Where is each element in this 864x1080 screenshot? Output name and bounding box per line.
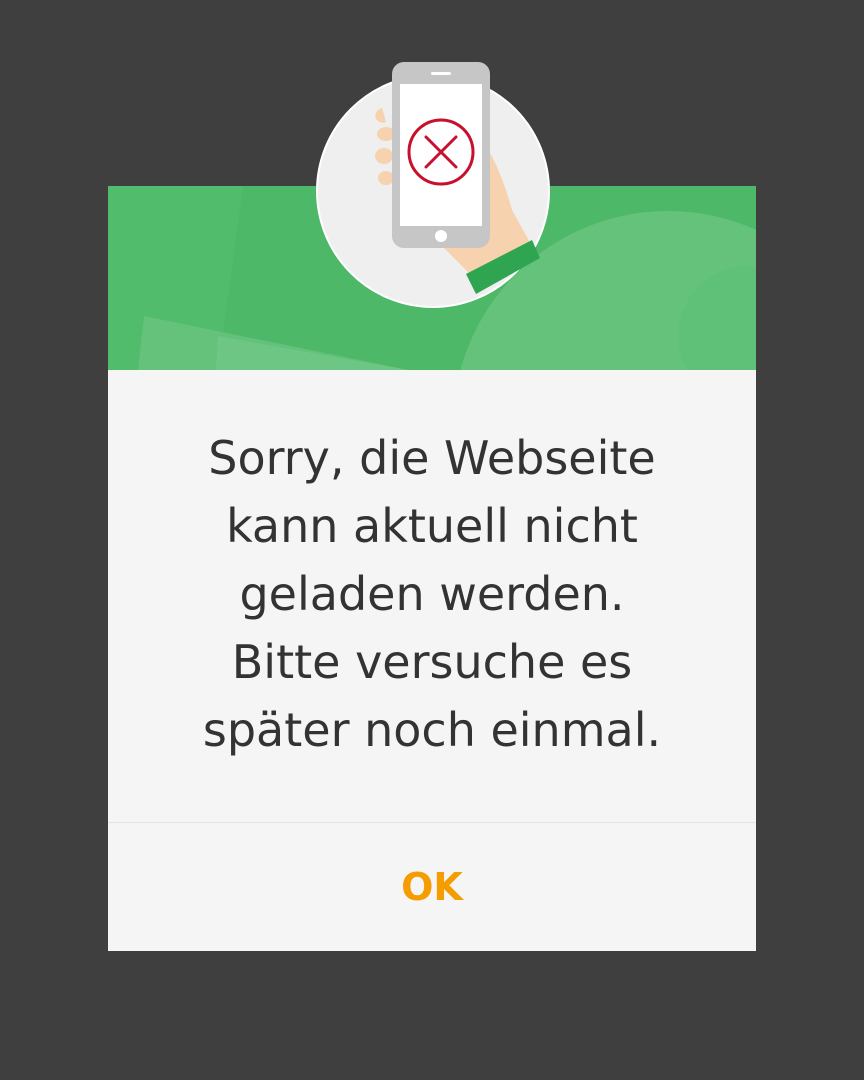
phone-error-icon [316,62,550,308]
ok-button[interactable]: OK [108,823,756,951]
error-dialog: Sorry, die Webseite kann aktuell nicht g… [108,62,756,951]
error-message: Sorry, die Webseite kann aktuell nicht g… [202,431,662,757]
